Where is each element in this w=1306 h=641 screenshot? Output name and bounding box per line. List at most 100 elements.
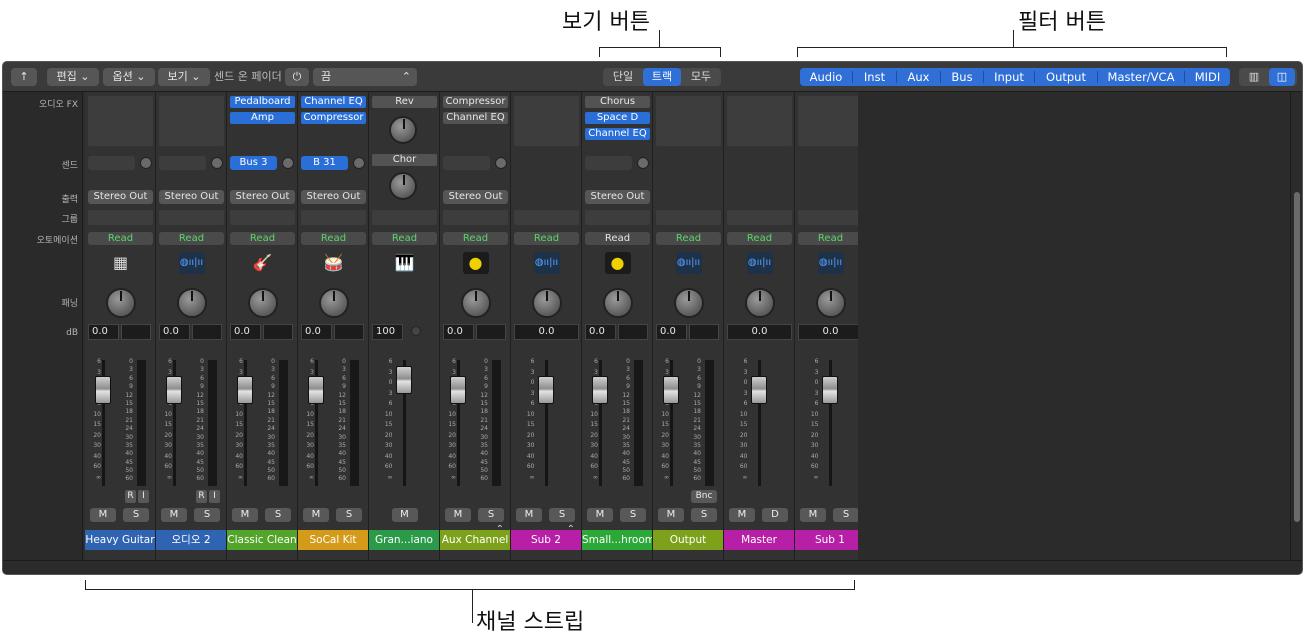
send-empty-slot[interactable] — [443, 156, 490, 170]
automation-mode[interactable]: Read — [798, 232, 863, 245]
volume-fader[interactable] — [821, 376, 838, 404]
channel-name[interactable]: Sub 2 — [511, 530, 581, 550]
filter-master-vca[interactable]: Master/VCA — [1098, 68, 1184, 86]
volume-fader[interactable] — [592, 376, 608, 404]
solo-button[interactable]: S — [620, 508, 646, 522]
mute-button[interactable]: M — [587, 508, 613, 522]
mute-button[interactable]: M — [90, 508, 116, 522]
view-all-button[interactable]: 모두 — [683, 68, 719, 86]
automation-mode[interactable]: Read — [372, 232, 437, 245]
channel-name[interactable]: Gran...iano — [369, 530, 439, 550]
pan-knob[interactable] — [176, 288, 207, 318]
group-slot[interactable] — [372, 210, 437, 225]
pan-knob[interactable] — [531, 288, 562, 318]
automation-mode[interactable]: Read — [656, 232, 721, 245]
dial-icon[interactable]: ● — [604, 252, 631, 274]
volume-db-value[interactable]: 0.0 — [230, 324, 261, 340]
filter-audio[interactable]: Audio — [800, 68, 852, 86]
amp-icon[interactable]: ▦ — [108, 252, 134, 274]
audio-fx-slot[interactable]: Amp — [230, 112, 295, 124]
solo-button[interactable]: S — [549, 508, 575, 522]
output-slot[interactable]: Stereo Out — [159, 190, 224, 204]
guitar-icon[interactable]: 🎸 — [250, 252, 276, 274]
audio-fx-slot[interactable]: Space D — [585, 112, 650, 124]
output-slot[interactable]: Stereo Out — [230, 190, 295, 204]
output-slot[interactable]: Stereo Out — [585, 190, 650, 204]
group-slot[interactable] — [514, 210, 579, 225]
audio-fx-empty-slot[interactable] — [88, 96, 153, 146]
audio-fx-slot[interactable]: Channel EQ — [443, 112, 508, 124]
wide-strips-icon[interactable]: ◫ — [1269, 68, 1295, 86]
group-slot[interactable] — [301, 210, 366, 225]
channel-name[interactable]: Output — [653, 530, 723, 550]
audio-fx-empty-slot[interactable] — [159, 96, 224, 146]
pan-knob[interactable] — [602, 288, 633, 318]
edit-menu[interactable]: 편집 ⌄ — [47, 68, 99, 86]
record-enable-button[interactable]: R — [196, 490, 207, 503]
volume-fader[interactable] — [750, 376, 767, 404]
record-enable-button[interactable]: R — [125, 490, 136, 503]
options-menu[interactable]: 옵션 ⌄ — [103, 68, 155, 86]
automation-mode[interactable]: Read — [727, 232, 792, 245]
mute-button[interactable]: M — [445, 508, 471, 522]
audio-fx-slot[interactable]: Compressor — [443, 96, 508, 108]
chorus-slot[interactable]: Chor — [372, 154, 437, 166]
output-slot[interactable]: Stereo Out — [443, 190, 508, 204]
view-single-button[interactable]: 단일 — [605, 68, 641, 86]
mute-button[interactable]: M — [800, 508, 826, 522]
group-slot[interactable] — [159, 210, 224, 225]
mute-button[interactable]: M — [729, 508, 755, 522]
input-monitor-button[interactable]: I — [138, 490, 149, 503]
audio-fx-empty-slot[interactable] — [656, 96, 721, 146]
vertical-scrollbar[interactable] — [1290, 92, 1302, 562]
automation-mode[interactable]: Read — [514, 232, 579, 245]
volume-fader[interactable] — [95, 376, 111, 404]
mute-button[interactable]: M — [232, 508, 258, 522]
send-level-knob[interactable] — [282, 157, 294, 169]
mute-button[interactable]: M — [161, 508, 187, 522]
volume-fader[interactable] — [395, 366, 412, 394]
filter-input[interactable]: Input — [984, 68, 1034, 86]
drums-icon[interactable]: 🥁 — [321, 252, 347, 274]
pan-knob[interactable] — [318, 288, 349, 318]
waveform-icon[interactable]: ◍ıı|ıı — [746, 252, 773, 274]
volume-db-value[interactable]: 0.0 — [656, 324, 687, 340]
solo-button[interactable]: S — [265, 508, 291, 522]
mute-button[interactable]: M — [516, 508, 542, 522]
filter-aux[interactable]: Aux — [897, 68, 940, 86]
volume-fader[interactable] — [450, 376, 466, 404]
audio-fx-slot[interactable]: Rev — [372, 96, 437, 108]
volume-fader[interactable] — [166, 376, 182, 404]
pan-knob[interactable] — [247, 288, 278, 318]
automation-mode[interactable]: Read — [585, 232, 650, 245]
send-level-knob[interactable] — [353, 157, 365, 169]
volume-db-value[interactable]: 0.0 — [443, 324, 474, 340]
volume-db-value[interactable]: 0.0 — [514, 324, 579, 340]
vertical-scroll-thumb[interactable] — [1294, 192, 1300, 522]
waveform-icon[interactable]: ◍ıı|ıı — [533, 252, 560, 274]
channel-name[interactable]: Classic Clean — [227, 530, 297, 550]
channel-name[interactable]: Master — [724, 530, 794, 550]
input-monitor-button[interactable]: I — [209, 490, 220, 503]
automation-mode[interactable]: Read — [301, 232, 366, 245]
pan-knob[interactable] — [744, 288, 775, 318]
audio-fx-slot[interactable]: Pedalboard — [230, 96, 295, 108]
narrow-strips-icon[interactable]: ▥ — [1241, 68, 1267, 86]
audio-fx-slot[interactable]: Compressor — [301, 112, 366, 124]
send-fader-select[interactable]: 끔 ⌃ — [313, 68, 417, 86]
volume-fader[interactable] — [237, 376, 253, 404]
channel-name[interactable]: SoCal Kit — [298, 530, 368, 550]
solo-button[interactable]: S — [833, 508, 859, 522]
pan-knob[interactable] — [815, 288, 846, 318]
volume-fader[interactable] — [537, 376, 554, 404]
solo-button[interactable]: S — [478, 508, 504, 522]
automation-mode[interactable]: Read — [230, 232, 295, 245]
power-button[interactable]: ⏻ — [285, 68, 309, 86]
channel-name[interactable]: Small...hroom — [582, 530, 652, 550]
reverb-knob[interactable] — [389, 116, 417, 144]
automation-mode[interactable]: Read — [159, 232, 224, 245]
group-slot[interactable] — [727, 210, 792, 225]
send-slot[interactable]: Bus 3 — [230, 156, 277, 170]
horizontal-scrollbar[interactable] — [3, 560, 1302, 574]
filter-inst[interactable]: Inst — [853, 68, 896, 86]
